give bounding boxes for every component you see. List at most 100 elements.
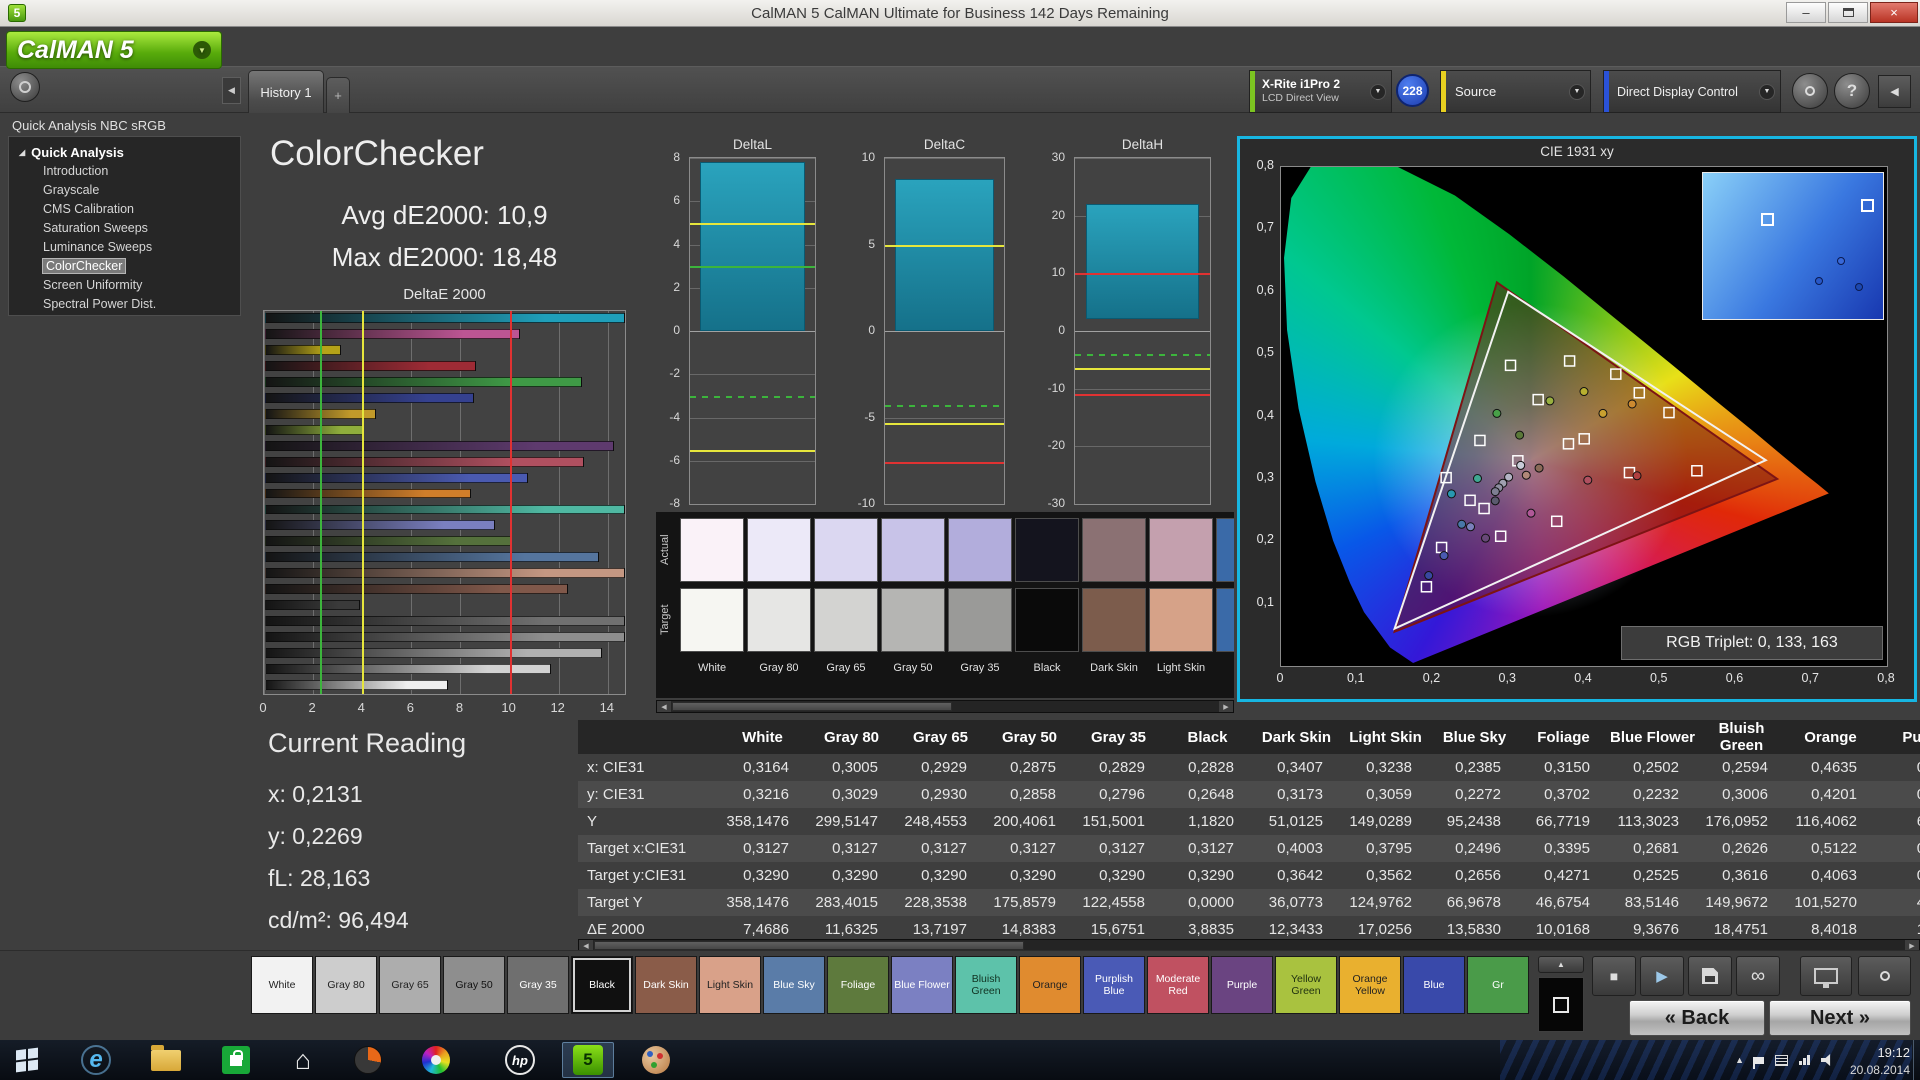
patch-button-gr[interactable]: Gr [1467, 956, 1529, 1014]
patch-button-purple[interactable]: Purple [1211, 956, 1273, 1014]
swatch-actual-gray-35 [948, 518, 1012, 582]
chevron-down-icon[interactable]: ▼ [193, 41, 211, 59]
play-button[interactable]: ▶ [1640, 956, 1684, 996]
patch-button-moderate-red[interactable]: Moderate Red [1147, 956, 1209, 1014]
patch-button-orange-yellow[interactable]: Orange Yellow [1339, 956, 1401, 1014]
patch-button-blue[interactable]: Blue [1403, 956, 1465, 1014]
stop-button[interactable]: ■ [1592, 956, 1636, 996]
tray-expand-icon[interactable]: ▲ [1735, 1055, 1744, 1065]
sidebar-item-spectral-power-dist[interactable]: Spectral Power Dist. [9, 295, 240, 314]
sidebar-item-colorchecker[interactable]: ColorChecker [9, 257, 240, 276]
taskbar-item-file-explorer[interactable] [140, 1042, 192, 1078]
patch-button-blue-sky[interactable]: Blue Sky [763, 956, 825, 1014]
measured-point [1481, 533, 1491, 543]
table-cell: 0,3795 [1341, 835, 1430, 862]
y-tick-label: -20 [1047, 438, 1065, 453]
table-cell: 0,3006 [1697, 781, 1786, 808]
table-cell: 0,3290 [1163, 862, 1252, 889]
scroll-right-icon[interactable]: ▶ [1219, 701, 1233, 712]
y-tick-label: 0 [868, 323, 875, 337]
table-cell: 0,2930 [896, 781, 985, 808]
patch-button-gray-50[interactable]: Gray 50 [443, 956, 505, 1014]
patch-button-bluish-green[interactable]: Bluish Green [955, 956, 1017, 1014]
chevron-down-icon[interactable]: ▼ [1370, 83, 1386, 100]
column-header-gray-50: Gray 50 [985, 720, 1074, 754]
sidebar-item-luminance-sweeps[interactable]: Luminance Sweeps [9, 238, 240, 257]
collapse-sidebar-button[interactable]: ◀ [222, 77, 241, 104]
patch-button-white[interactable]: White [251, 956, 313, 1014]
sidebar-item-introduction[interactable]: Introduction [9, 162, 240, 181]
titlebar[interactable]: 5 CalMAN 5 CalMAN Ultimate for Business … [0, 0, 1920, 27]
actual-row-label: Actual [659, 534, 671, 566]
pattern-settings-button[interactable] [1858, 956, 1911, 996]
patch-button-blue-flower[interactable]: Blue Flower [891, 956, 953, 1014]
sidebar-item-cms-calibration[interactable]: CMS Calibration [9, 200, 240, 219]
taskbar-item-home-app[interactable]: ⌂ [277, 1042, 329, 1078]
scrollbar-thumb[interactable] [672, 702, 952, 711]
minimize-button[interactable]: – [1786, 2, 1826, 23]
taskbar-item-internet-explorer[interactable]: e [70, 1042, 122, 1078]
taskbar-item-paint-app[interactable] [630, 1042, 682, 1078]
start-button[interactable] [0, 1040, 54, 1080]
meter-count-badge[interactable]: 228 [1396, 74, 1429, 107]
action-center-icon[interactable] [1753, 1056, 1764, 1069]
back-button[interactable]: « Back [1629, 1000, 1765, 1036]
network-icon[interactable] [1799, 1055, 1810, 1065]
patch-button-dark-skin[interactable]: Dark Skin [635, 956, 697, 1014]
meter-dropdown[interactable]: X-Rite i1Pro 2 LCD Direct View ▼ [1249, 70, 1392, 113]
column-header-gray-80: Gray 80 [807, 720, 896, 754]
workflow-home-button[interactable] [10, 72, 40, 102]
patch-button-gray-65[interactable]: Gray 65 [379, 956, 441, 1014]
swatch-label: Gray 65 [826, 662, 866, 674]
patch-button-light-skin[interactable]: Light Skin [699, 956, 761, 1014]
patch-button-gray-35[interactable]: Gray 35 [507, 956, 569, 1014]
help-button[interactable]: ? [1834, 73, 1870, 109]
meter-mode: LCD Direct View [1262, 92, 1339, 105]
pattern-up-button[interactable]: ▲ [1538, 956, 1584, 973]
patch-button-black[interactable]: Black [571, 956, 633, 1014]
cie-zoom-inset [1702, 172, 1884, 320]
patch-button-yellow-green[interactable]: Yellow Green [1275, 956, 1337, 1014]
sidebar-item-grayscale[interactable]: Grayscale [9, 181, 240, 200]
patch-button-foliage[interactable]: Foliage [827, 956, 889, 1014]
taskbar-clock[interactable]: 19:12 20.08.2014 [1850, 1044, 1910, 1078]
source-dropdown[interactable]: Source ▼ [1440, 70, 1591, 113]
sidebar-item-label: ColorChecker [41, 258, 127, 274]
show-desktop-button[interactable] [1913, 1040, 1920, 1080]
cie-chart-panel[interactable]: CIE 1931 xy 0,8 0,7 0,6 0,5 0,4 0,3 0,2 0,1 RGB… [1237, 136, 1917, 702]
display-control-dropdown[interactable]: Direct Display Control ▼ [1603, 70, 1781, 113]
scroll-left-icon[interactable]: ◀ [657, 701, 671, 712]
save-button[interactable] [1688, 956, 1732, 996]
taskbar-item-store[interactable] [210, 1042, 262, 1078]
close-button[interactable]: × [1870, 2, 1918, 23]
x-tick-label: 0,2 [1422, 671, 1441, 685]
tree-root-quick-analysis[interactable]: ◢ Quick Analysis [9, 142, 240, 162]
continuous-measure-button[interactable]: ∞ [1736, 956, 1780, 996]
chevron-down-icon[interactable]: ▼ [1759, 83, 1775, 100]
taskbar-item-hp[interactable]: hp [494, 1042, 546, 1078]
y-tick-label: -30 [1047, 496, 1065, 510]
tray-app-icon[interactable] [1775, 1054, 1788, 1066]
column-header-white: White [718, 720, 807, 754]
sidebar-item-screen-uniformity[interactable]: Screen Uniformity [9, 276, 240, 295]
taskbar-item-color-app[interactable] [410, 1042, 462, 1078]
swatch-scrollbar[interactable]: ◀ ▶ [656, 700, 1234, 713]
sidebar-item-saturation-sweeps[interactable]: Saturation Sweeps [9, 219, 240, 238]
next-button[interactable]: Next » [1769, 1000, 1911, 1036]
maximize-button[interactable] [1828, 2, 1868, 23]
volume-icon[interactable] [1821, 1054, 1831, 1066]
taskbar-item-calman-active[interactable]: 5 [562, 1042, 614, 1078]
collapse-panel-button[interactable]: ◀ [1878, 75, 1911, 108]
chevron-down-icon[interactable]: ▼ [1569, 83, 1585, 100]
patch-button-gray-80[interactable]: Gray 80 [315, 956, 377, 1014]
display-window-button[interactable] [1800, 956, 1852, 996]
scrollbar-thumb[interactable] [594, 941, 1024, 950]
add-tab-button[interactable]: + [326, 77, 350, 113]
deltae-bar-moderate-red [265, 456, 585, 467]
calman-logo[interactable]: CalMAN 5 ▼ [6, 31, 222, 69]
settings-button[interactable] [1792, 73, 1828, 109]
taskbar-item-media-app[interactable] [342, 1042, 394, 1078]
patch-button-purplish-blue[interactable]: Purplish Blue [1083, 956, 1145, 1014]
tab-history-1[interactable]: History 1 [248, 70, 324, 113]
patch-button-orange[interactable]: Orange [1019, 956, 1081, 1014]
